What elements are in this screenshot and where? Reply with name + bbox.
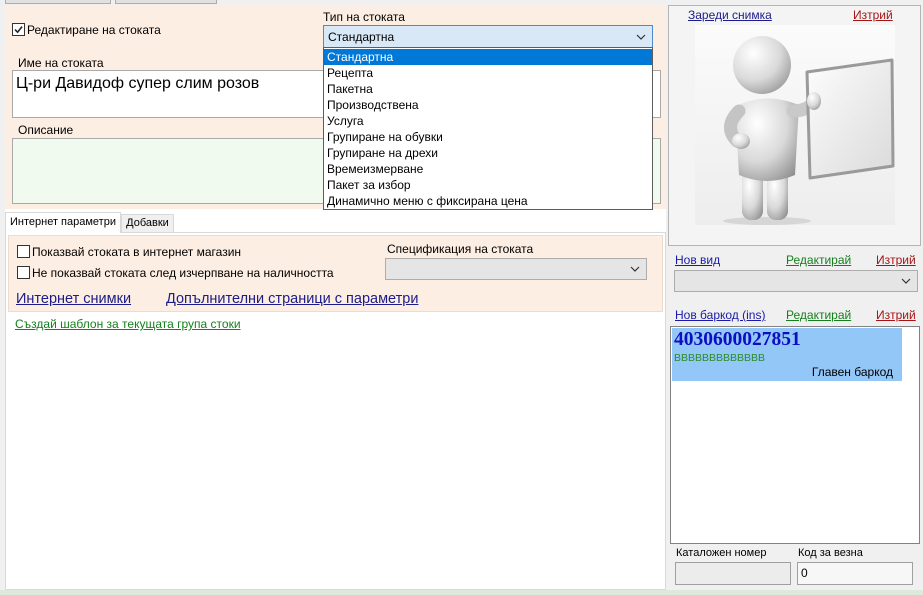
checkbox-box[interactable]: [17, 245, 30, 258]
barcode-secondary: BBBBBBBBBBBBB: [674, 352, 766, 364]
checkbox-box[interactable]: [12, 23, 25, 36]
edit-product-checkbox[interactable]: Редактиране на стоката: [12, 22, 161, 37]
catalog-number-field[interactable]: [675, 562, 791, 585]
type-option[interactable]: Стандартна: [324, 49, 652, 65]
type-option[interactable]: Рецепта: [324, 65, 652, 81]
tab-internet-parameters[interactable]: Интернет параметри: [5, 212, 121, 233]
type-option[interactable]: Пакет за избор: [324, 177, 652, 193]
checkbox-box[interactable]: [17, 266, 30, 279]
type-option[interactable]: Услуга: [324, 113, 652, 129]
barcode-code: 4030600027851: [674, 329, 801, 350]
product-name-label: Име на стоката: [18, 56, 104, 70]
specification-label: Спецификация на стоката: [387, 242, 534, 256]
scale-code-field[interactable]: 0: [797, 562, 913, 585]
new-kind-link[interactable]: Нов вид: [675, 253, 720, 267]
barcode-list[interactable]: 4030600027851 BBBBBBBBBBBBB Главен барко…: [670, 326, 920, 544]
checkmark-icon: [14, 26, 23, 34]
new-barcode-link[interactable]: Нов баркод (ins): [675, 308, 765, 322]
create-template-link[interactable]: Създай шаблон за текущата група стоки: [15, 317, 241, 331]
hide-when-out-of-stock-label: Не показвай стоката след изчерпване на н…: [32, 265, 334, 280]
specification-select[interactable]: [385, 258, 647, 280]
delete-kind-link[interactable]: Изтрий: [876, 253, 916, 267]
person-holding-board-image: [695, 25, 895, 225]
type-option[interactable]: Производствена: [324, 97, 652, 113]
bottom-strip: [0, 590, 923, 595]
catalog-number-label: Каталожен номер: [676, 547, 767, 559]
type-option[interactable]: Времеизмерване: [324, 161, 652, 177]
product-type-selected: Стандартна: [328, 29, 395, 44]
top-toolbar-button[interactable]: [5, 0, 111, 4]
type-option[interactable]: Пакетна: [324, 81, 652, 97]
edit-product-label: Редактиране на стоката: [27, 22, 161, 37]
load-picture-link[interactable]: Зареди снимка: [688, 8, 772, 22]
scale-code-label: Код за везна: [798, 547, 863, 559]
tab-additions[interactable]: Добавки: [121, 214, 174, 232]
edit-kind-link[interactable]: Редактирай: [786, 253, 851, 267]
chevron-down-icon[interactable]: [630, 266, 640, 272]
type-option[interactable]: Групиране на обувки: [324, 129, 652, 145]
product-type-dropdown-list[interactable]: Стандартна Рецепта Пакетна Производствен…: [323, 47, 653, 210]
barcode-list-item[interactable]: 4030600027851 BBBBBBBBBBBBB Главен барко…: [672, 328, 902, 381]
internet-pictures-link[interactable]: Интернет снимки: [16, 290, 131, 308]
show-in-shop-label: Показвай стоката в интернет магазин: [32, 244, 242, 259]
chevron-down-icon[interactable]: [901, 278, 911, 284]
chevron-down-icon[interactable]: [636, 34, 646, 40]
hide-when-out-of-stock-checkbox[interactable]: Не показвай стоката след изчерпване на н…: [17, 265, 334, 280]
delete-picture-link[interactable]: Изтрий: [853, 8, 893, 22]
kind-select[interactable]: [674, 270, 918, 292]
product-type-select[interactable]: Стандартна: [323, 25, 653, 48]
delete-barcode-link[interactable]: Изтрий: [876, 308, 916, 322]
product-description-label: Описание: [18, 123, 74, 137]
type-option[interactable]: Групиране на дрехи: [324, 145, 652, 161]
type-option[interactable]: Динамично меню с фиксирана цена: [324, 193, 652, 209]
barcode-tag: Главен баркод: [811, 365, 893, 379]
edit-barcode-link[interactable]: Редактирай: [786, 308, 851, 322]
show-in-shop-checkbox[interactable]: Показвай стоката в интернет магазин: [17, 244, 241, 259]
top-toolbar-button[interactable]: [115, 0, 217, 4]
product-name-value: Ц-ри Давидоф супер слим розов: [16, 75, 260, 92]
product-type-label: Тип на стоката: [323, 10, 405, 24]
scale-code-value: 0: [801, 566, 808, 580]
extra-pages-link[interactable]: Допълнителни страници с параметри: [166, 290, 418, 308]
